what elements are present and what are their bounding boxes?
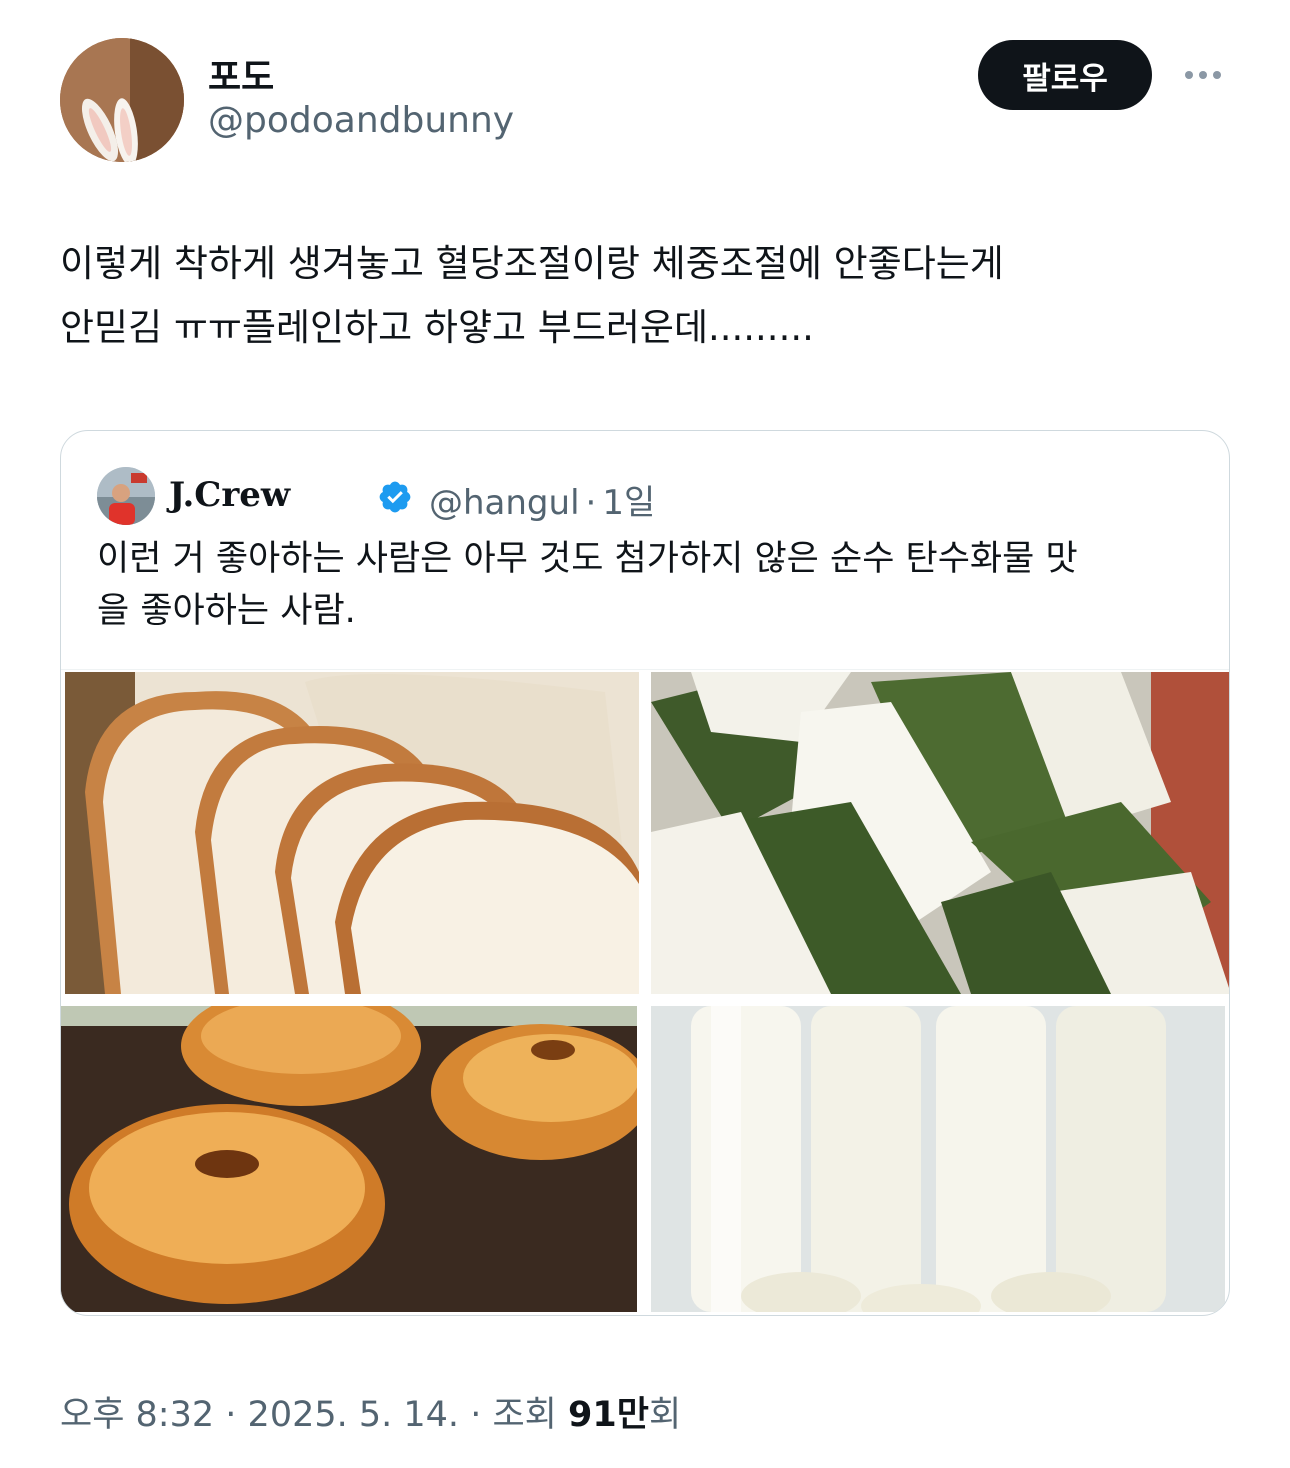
tweet-text-line: 이렇게 착하게 생겨놓고 혈당조절이랑 체중조절에 안좋다는게 — [60, 242, 1004, 285]
author-avatar[interactable] — [60, 38, 184, 162]
post-time[interactable]: 오후 8:32 — [60, 1395, 214, 1435]
tweet-text-line: 안믿김 ㅠㅠ플레인하고 하얗고 부드러운데......... — [60, 306, 814, 349]
views-count: 91만 — [568, 1395, 649, 1435]
quote-author-name[interactable]: J.Crew — [169, 475, 290, 515]
quote-media-grid — [61, 669, 1229, 1315]
author-display-name[interactable]: 포도 — [208, 48, 274, 100]
photo-bagels[interactable] — [61, 1006, 637, 1312]
quote-text-line: 이런 거 좋아하는 사람은 아무 것도 첨가하지 않은 순수 탄수화물 맛 — [97, 539, 1078, 579]
meta-separator: · — [585, 483, 597, 523]
quote-timestamp[interactable]: 1일 — [602, 483, 655, 523]
views-label: 조회 — [492, 1395, 557, 1435]
quote-meta: @hangul · 1일 — [429, 475, 655, 524]
meta-separator: · — [225, 1395, 237, 1435]
quoted-tweet-card[interactable]: J.Crew @hangul · 1일 이런 거 좋아하는 사람은 아무 것도 첨가… — [60, 430, 1230, 1316]
post-date[interactable]: 2025. 5. 14. — [248, 1395, 460, 1435]
photo-white-bread[interactable] — [65, 672, 639, 994]
quote-text-line: 을 좋아하는 사람. — [97, 591, 356, 631]
tweet-text: 이렇게 착하게 생겨놓고 혈당조절이랑 체중조절에 안좋다는게 안믿김 ㅠㅠ플레… — [60, 232, 1230, 360]
quote-author-handle[interactable]: @hangul — [429, 483, 580, 523]
more-options-icon[interactable] — [1178, 56, 1228, 94]
verified-badge-icon — [379, 481, 411, 513]
tweet-footer: 오후 8:32 · 2025. 5. 14. · 조회 91만회 — [60, 1386, 681, 1437]
follow-button[interactable]: 팔로우 — [978, 40, 1152, 110]
quote-author-avatar[interactable] — [97, 467, 155, 525]
photo-rice-cakes[interactable] — [651, 672, 1229, 994]
quote-text: 이런 거 좋아하는 사람은 아무 것도 첨가하지 않은 순수 탄수화물 맛 을 … — [97, 533, 1197, 637]
photo-rice-cake-sticks[interactable] — [651, 1006, 1225, 1312]
meta-separator: · — [470, 1395, 482, 1435]
author-handle[interactable]: @podoandbunny — [208, 100, 514, 141]
tweet-detail: 포도 @podoandbunny 팔로우 이렇게 착하게 생겨놓고 혈당조절이랑… — [0, 0, 1290, 1468]
views-suffix: 회 — [648, 1395, 682, 1435]
